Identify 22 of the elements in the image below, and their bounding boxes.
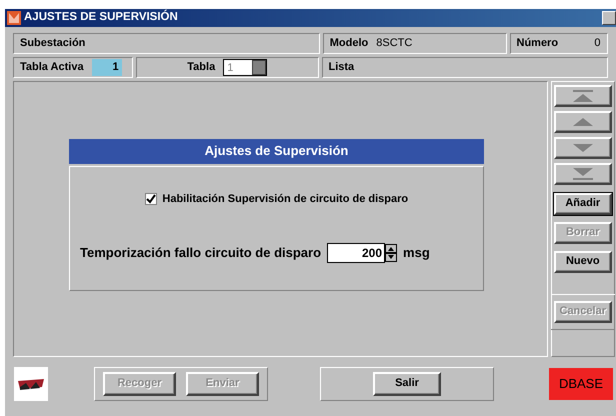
field-value: 8SCTC: [376, 36, 412, 52]
side-button[interactable]: Nuevo: [554, 250, 612, 272]
exit-button[interactable]: Salir: [373, 372, 441, 396]
field-label: Número: [516, 36, 558, 52]
status-badge: DBASE: [549, 368, 613, 400]
timer-label: Temporización fallo circuito de disparo: [80, 244, 322, 262]
field-label: Tabla: [187, 60, 216, 75]
checkbox-label: Habilitación Supervisión de circuito de disparo: [162, 192, 408, 206]
checkbox[interactable]: Habilitación Supervisión de circuito de disparo: [70, 190, 483, 207]
field-label: Tabla Activa: [20, 60, 84, 75]
field-label: Subestación: [20, 36, 86, 52]
field-value: 0: [594, 36, 600, 52]
field-label: Lista: [328, 60, 354, 75]
table-select[interactable]: 1: [223, 58, 268, 76]
spin-field[interactable]: 200: [327, 243, 386, 263]
unit-label: msg: [403, 244, 430, 262]
side-button[interactable]: Añadir: [554, 192, 612, 214]
field-value: 1: [226, 60, 234, 75]
dialog-title: Ajustes de Supervisión: [69, 138, 484, 164]
field-value: 1: [92, 59, 122, 76]
field-label: Modelo: [330, 36, 368, 52]
window-title: AJUSTES DE SUPERVISIÓN: [24, 9, 178, 26]
